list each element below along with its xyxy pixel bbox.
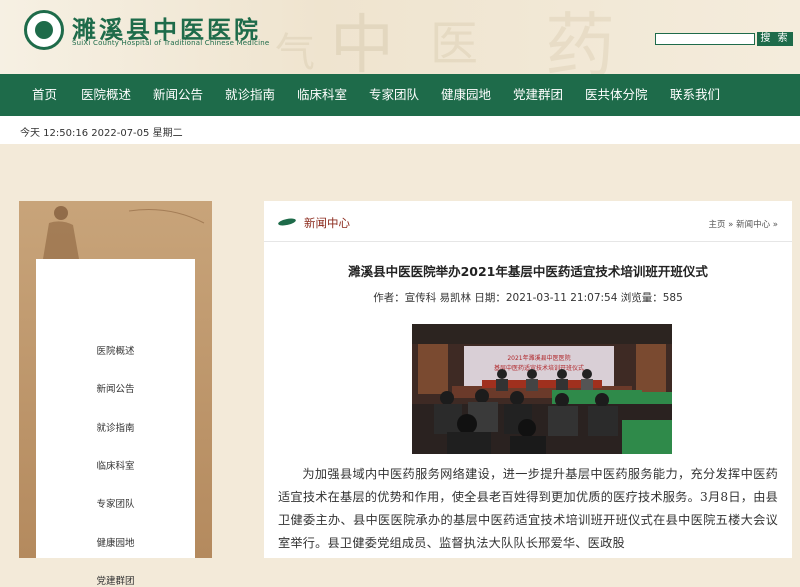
- nav-item-party[interactable]: 党建群团: [513, 74, 563, 116]
- sidebar-item-experts[interactable]: 专家团队: [36, 496, 195, 510]
- main-nav: 首页 医院概述 新闻公告 就诊指南 临床科室 专家团队 健康园地 党建群团 医共…: [0, 74, 800, 116]
- calligraphy-decoration: 医: [430, 16, 479, 72]
- sidebar-item-guide[interactable]: 就诊指南: [36, 420, 195, 434]
- banner-line-2: 基层中医药适宜技术培训开班仪式: [494, 364, 584, 372]
- article-photo: 2021年濉溪县中医医院 基层中医药适宜技术培训开班仪式: [412, 324, 672, 454]
- nav-item-branches[interactable]: 医共体分院: [585, 74, 648, 116]
- nav-item-experts[interactable]: 专家团队: [369, 74, 419, 116]
- nav-item-departments[interactable]: 临床科室: [297, 74, 347, 116]
- leaf-icon: [277, 217, 297, 227]
- sidebar-item-health[interactable]: 健康园地: [36, 535, 195, 549]
- nav-item-home[interactable]: 首页: [32, 74, 57, 116]
- nav-item-overview[interactable]: 医院概述: [81, 74, 131, 116]
- sidebar-menu: 医院概述 新闻公告 就诊指南 临床科室 专家团队 健康园地 党建群团: [36, 259, 195, 587]
- logo-subtitle: SuiXi County Hospital of Traditional Chi…: [72, 39, 270, 47]
- calligraphy-decoration: 中: [330, 9, 394, 74]
- sidebar: 医院概述 新闻公告 就诊指南 临床科室 专家团队 健康园地 党建群团: [19, 201, 212, 587]
- nav-item-contact[interactable]: 联系我们: [670, 74, 720, 116]
- article-body: 为加强县域内中医药服务网络建设，进一步提升基层中医药服务能力，充分发挥中医药适宜…: [278, 467, 778, 550]
- sage-illustration: [43, 206, 205, 259]
- calligraphy-decoration: 药: [545, 5, 615, 74]
- sidebar-item-departments[interactable]: 临床科室: [36, 458, 195, 472]
- main-content: 新闻中心 主页 » 新闻中心 » 濉溪县中医医院举办2021年基层中医药适宜技术…: [264, 201, 792, 558]
- sidebar-item-news[interactable]: 新闻公告: [36, 381, 195, 395]
- header: 中 医 药 气 濉溪县中医医院 SuiXi County Hospital of…: [0, 0, 800, 74]
- nav-item-guide[interactable]: 就诊指南: [225, 74, 275, 116]
- search-button[interactable]: 搜 索: [757, 32, 793, 46]
- sidebar-item-party[interactable]: 党建群团: [36, 573, 195, 587]
- breadcrumb[interactable]: 主页 » 新闻中心 »: [708, 218, 778, 230]
- calligraphy-decoration: 气: [275, 30, 315, 74]
- article-title: 濉溪县中医医院举办2021年基层中医药适宜技术培训班开班仪式: [348, 264, 708, 279]
- hospital-logo-icon[interactable]: [24, 10, 64, 50]
- date-bar: 今天 12:50:16 2022-07-05 星期二: [0, 116, 800, 144]
- search-input[interactable]: [655, 33, 755, 45]
- sidebar-item-overview[interactable]: 医院概述: [36, 343, 195, 357]
- current-datetime: 今天 12:50:16 2022-07-05 星期二: [20, 128, 183, 139]
- nav-item-news[interactable]: 新闻公告: [153, 74, 203, 116]
- section-title: 新闻中心: [304, 216, 350, 230]
- banner-line-1: 2021年濉溪县中医医院: [507, 354, 570, 362]
- section-header: 新闻中心 主页 » 新闻中心 »: [264, 201, 792, 242]
- nav-item-health[interactable]: 健康园地: [441, 74, 491, 116]
- article-meta: 作者：宣传科 易凯林 日期：2021-03-11 21:07:54 浏览量：58…: [373, 292, 683, 304]
